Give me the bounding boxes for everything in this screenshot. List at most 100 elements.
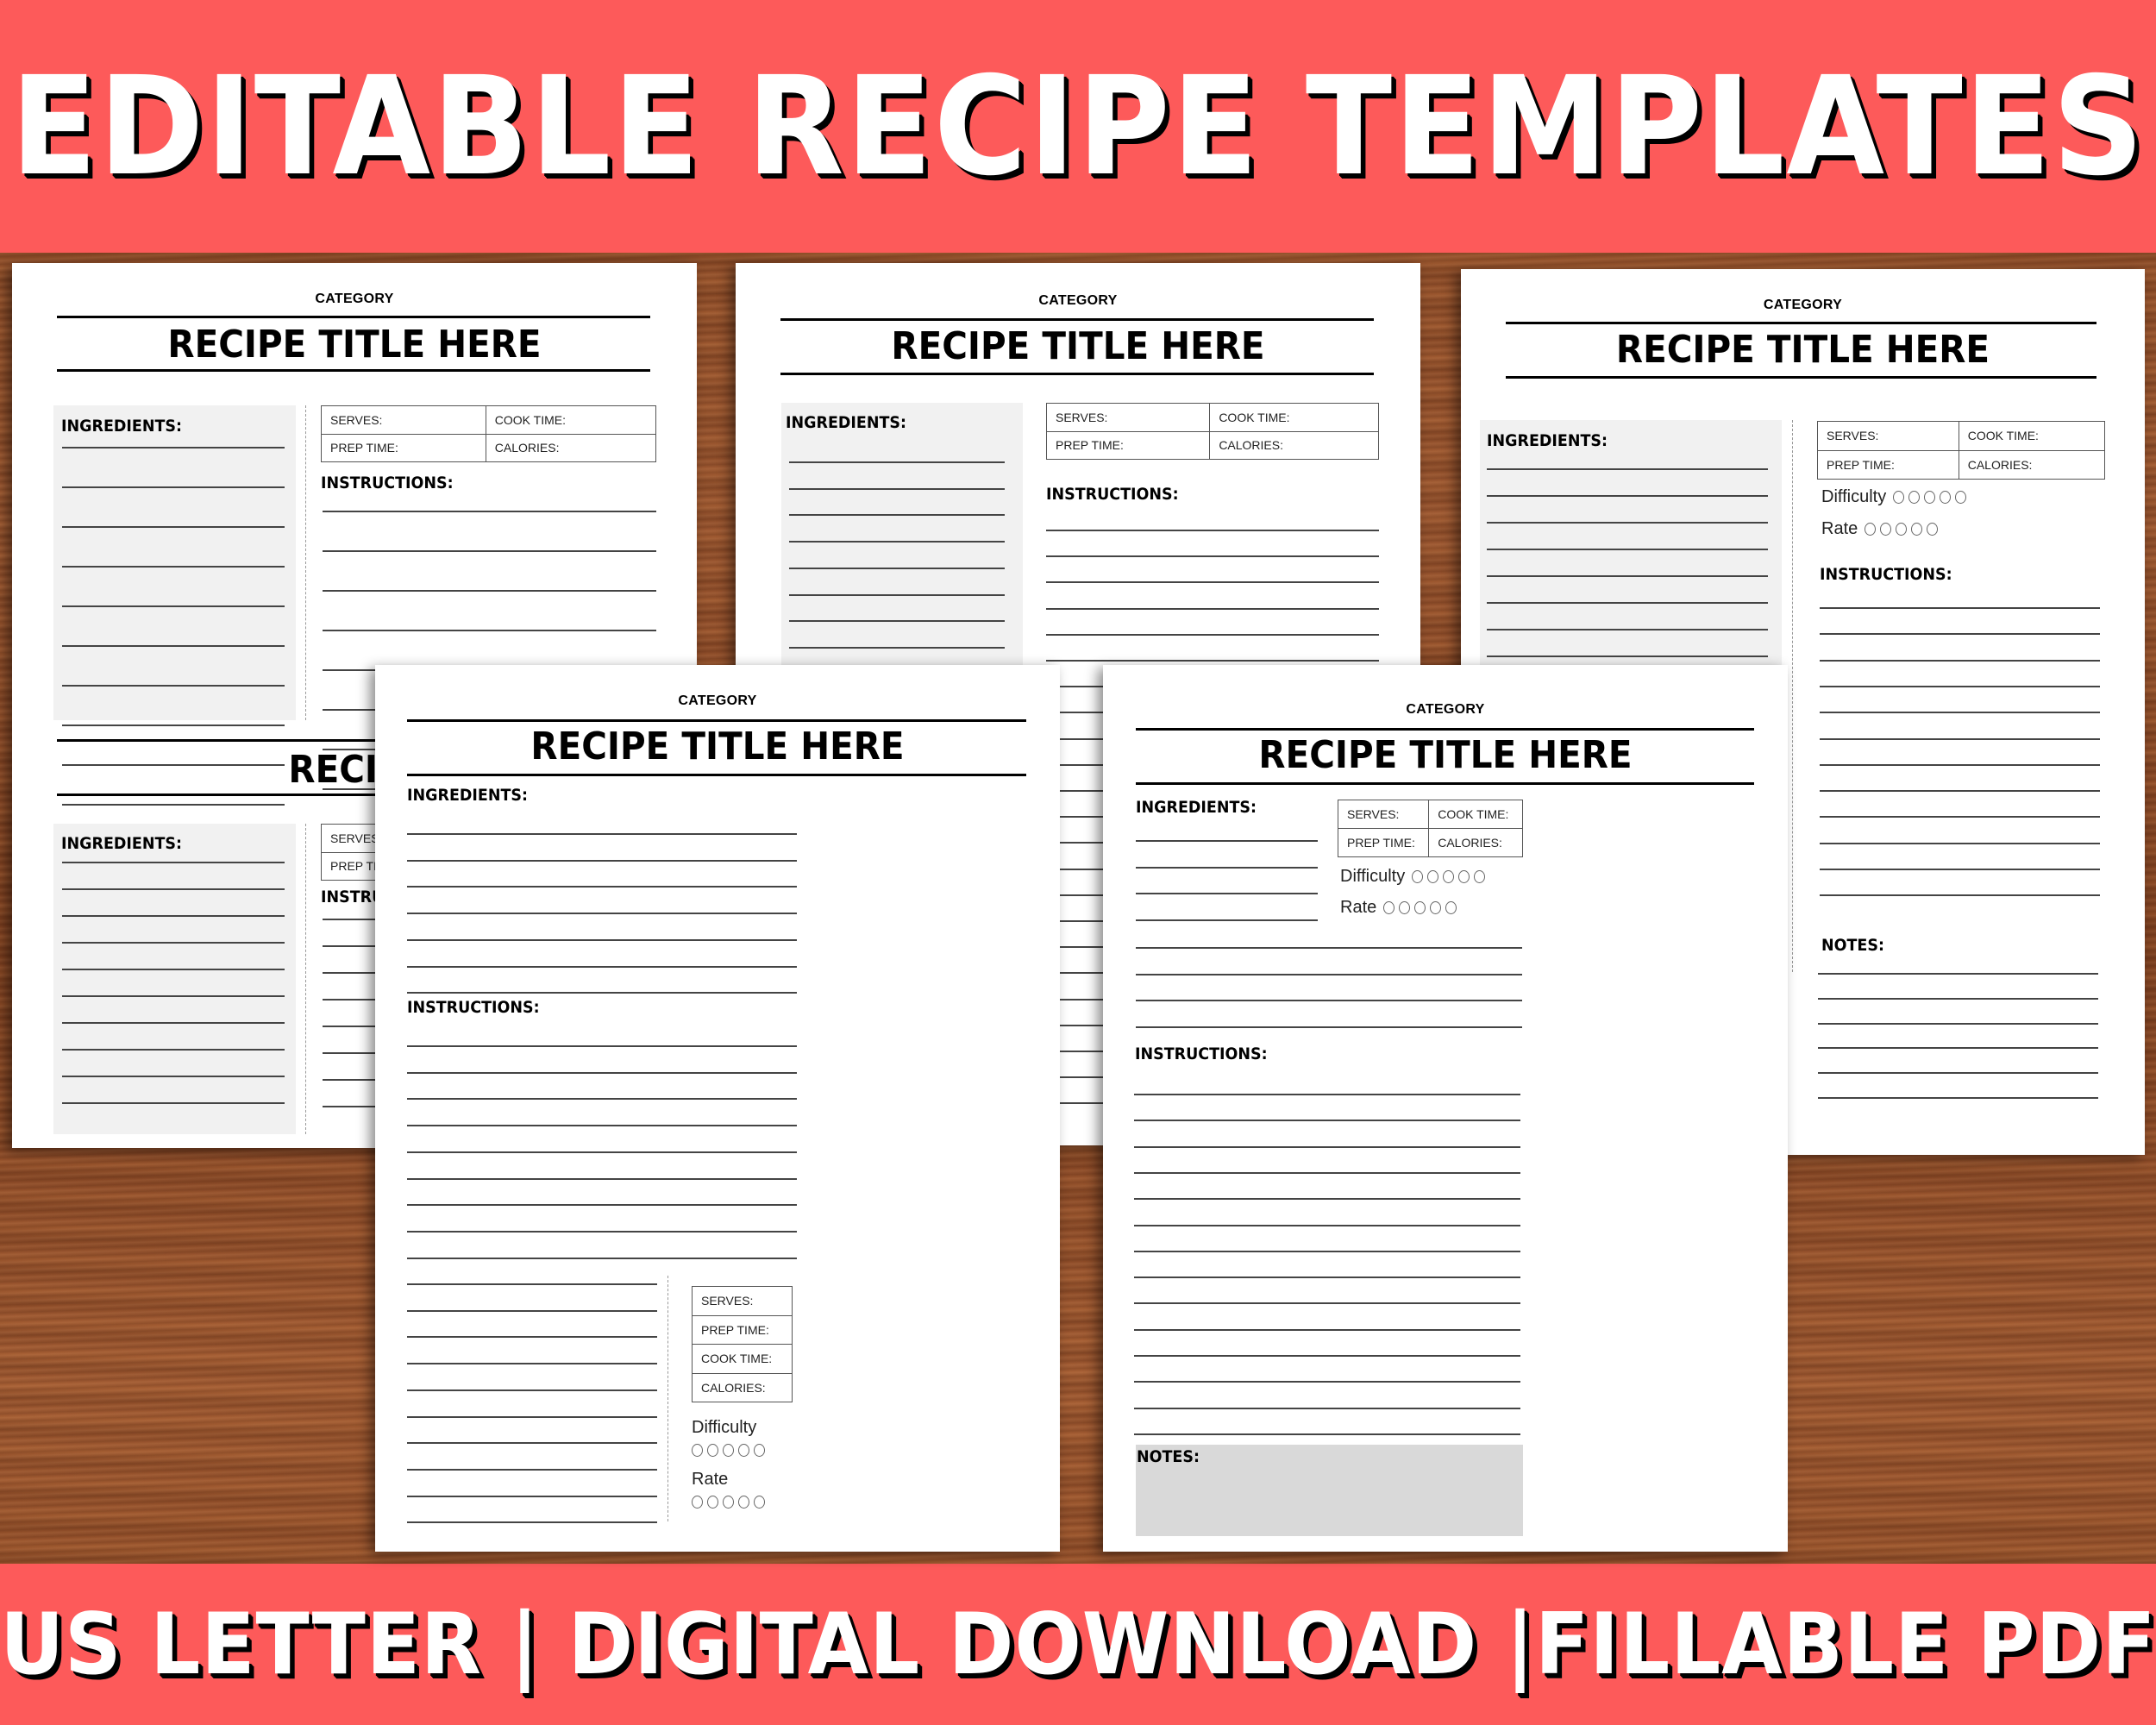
writing-line[interactable] — [1136, 973, 1522, 975]
calories-field[interactable]: CALORIES: — [1209, 430, 1379, 460]
writing-line[interactable] — [1134, 1224, 1520, 1226]
writing-line[interactable] — [1136, 866, 1318, 869]
writing-line[interactable] — [1487, 575, 1768, 577]
writing-line[interactable] — [1134, 1250, 1520, 1252]
serves-field[interactable]: SERVES: — [321, 405, 486, 435]
writing-line[interactable] — [1487, 629, 1768, 630]
writing-line[interactable] — [1134, 1433, 1520, 1435]
rating-circle[interactable] — [1414, 901, 1426, 914]
prep-time-field[interactable]: PREP TIME: — [1817, 449, 1959, 480]
writing-line[interactable] — [789, 567, 1005, 569]
writing-line[interactable] — [62, 1102, 285, 1104]
writing-line[interactable] — [1046, 660, 1379, 662]
writing-line[interactable] — [407, 1257, 797, 1259]
difficulty-circles[interactable] — [692, 1444, 765, 1457]
writing-line[interactable] — [1134, 1094, 1520, 1095]
writing-line[interactable] — [323, 590, 656, 592]
writing-line[interactable] — [1487, 656, 1768, 657]
writing-line[interactable] — [407, 938, 797, 941]
rating-circle[interactable] — [1412, 870, 1424, 883]
cook-time-field[interactable]: COOK TIME: — [1428, 800, 1523, 829]
writing-line[interactable] — [62, 645, 285, 647]
prep-time-field[interactable]: PREP TIME: — [321, 433, 486, 462]
writing-line[interactable] — [1046, 555, 1379, 558]
writing-line[interactable] — [407, 1177, 797, 1180]
writing-line[interactable] — [62, 724, 285, 726]
writing-line[interactable] — [789, 487, 1005, 490]
writing-line[interactable] — [1134, 1145, 1520, 1148]
rating-circle[interactable] — [1445, 901, 1457, 914]
writing-line[interactable] — [1818, 997, 2098, 1000]
calories-field[interactable]: CALORIES: — [692, 1372, 793, 1402]
rating-circle[interactable] — [707, 1444, 718, 1457]
writing-line[interactable] — [62, 605, 285, 607]
writing-line[interactable] — [62, 1076, 285, 1077]
writing-line[interactable] — [1487, 468, 1768, 470]
writing-line[interactable] — [1487, 522, 1768, 524]
writing-line[interactable] — [1134, 1198, 1520, 1201]
rating-circle[interactable] — [692, 1444, 703, 1457]
writing-line[interactable] — [1134, 1171, 1520, 1174]
rating-circle[interactable] — [692, 1496, 703, 1509]
writing-line[interactable] — [323, 550, 656, 552]
rating-circle[interactable] — [1893, 491, 1905, 504]
cook-time-field[interactable]: COOK TIME: — [1209, 403, 1379, 432]
writing-line[interactable] — [407, 1283, 657, 1285]
writing-line[interactable] — [323, 511, 656, 512]
writing-line[interactable] — [407, 1230, 797, 1233]
writing-line[interactable] — [62, 526, 285, 528]
writing-line[interactable] — [1134, 1276, 1520, 1279]
writing-line[interactable] — [62, 1022, 285, 1024]
writing-line[interactable] — [407, 1309, 657, 1312]
rating-circle[interactable] — [723, 1496, 734, 1509]
prep-time-field[interactable]: PREP TIME: — [1337, 828, 1430, 857]
writing-line[interactable] — [62, 888, 285, 890]
writing-line[interactable] — [1818, 973, 2098, 975]
rating-circle[interactable] — [1908, 491, 1921, 504]
rating-circle[interactable] — [723, 1444, 734, 1457]
writing-line[interactable] — [62, 995, 285, 997]
writing-line[interactable] — [1820, 607, 2100, 609]
writing-line[interactable] — [1136, 919, 1318, 922]
writing-line[interactable] — [1046, 581, 1379, 584]
calories-field[interactable]: CALORIES: — [1428, 828, 1523, 857]
rating-circle[interactable] — [754, 1496, 765, 1509]
writing-line[interactable] — [1820, 869, 2100, 870]
writing-line[interactable] — [407, 1495, 657, 1497]
rating-circle[interactable] — [1955, 491, 1967, 504]
writing-line[interactable] — [323, 630, 656, 631]
writing-line[interactable] — [1818, 1047, 2098, 1050]
writing-line[interactable] — [789, 646, 1005, 649]
writing-line[interactable] — [62, 447, 285, 448]
prep-time-field[interactable]: PREP TIME: — [692, 1314, 793, 1345]
writing-line[interactable] — [62, 1049, 285, 1051]
writing-line[interactable] — [62, 969, 285, 970]
rating-circle[interactable] — [1927, 523, 1939, 536]
rating-circle[interactable] — [1896, 523, 1908, 536]
serves-field[interactable]: SERVES: — [692, 1286, 793, 1316]
writing-line[interactable] — [407, 833, 797, 835]
writing-line[interactable] — [789, 514, 1005, 517]
writing-line[interactable] — [789, 620, 1005, 623]
serves-field[interactable]: SERVES: — [1337, 800, 1430, 829]
writing-line[interactable] — [1134, 1302, 1520, 1305]
writing-line[interactable] — [1820, 685, 2100, 687]
writing-line[interactable] — [407, 1363, 657, 1365]
writing-line[interactable] — [1136, 1000, 1522, 1002]
writing-line[interactable] — [407, 1071, 797, 1074]
writing-line[interactable] — [407, 913, 797, 915]
writing-line[interactable] — [407, 1045, 797, 1047]
writing-line[interactable] — [62, 862, 285, 863]
writing-line[interactable] — [1046, 530, 1379, 531]
writing-line[interactable] — [407, 1204, 797, 1207]
rating-circle[interactable] — [1399, 901, 1411, 914]
writing-line[interactable] — [407, 1125, 797, 1127]
rating-circle[interactable] — [1430, 901, 1442, 914]
writing-line[interactable] — [1820, 790, 2100, 793]
writing-line[interactable] — [407, 859, 797, 862]
cook-time-field[interactable]: COOK TIME: — [1958, 421, 2106, 451]
writing-line[interactable] — [1136, 840, 1318, 842]
cook-time-field[interactable]: COOK TIME: — [692, 1344, 793, 1374]
writing-line[interactable] — [789, 461, 1005, 463]
writing-line[interactable] — [789, 541, 1005, 543]
